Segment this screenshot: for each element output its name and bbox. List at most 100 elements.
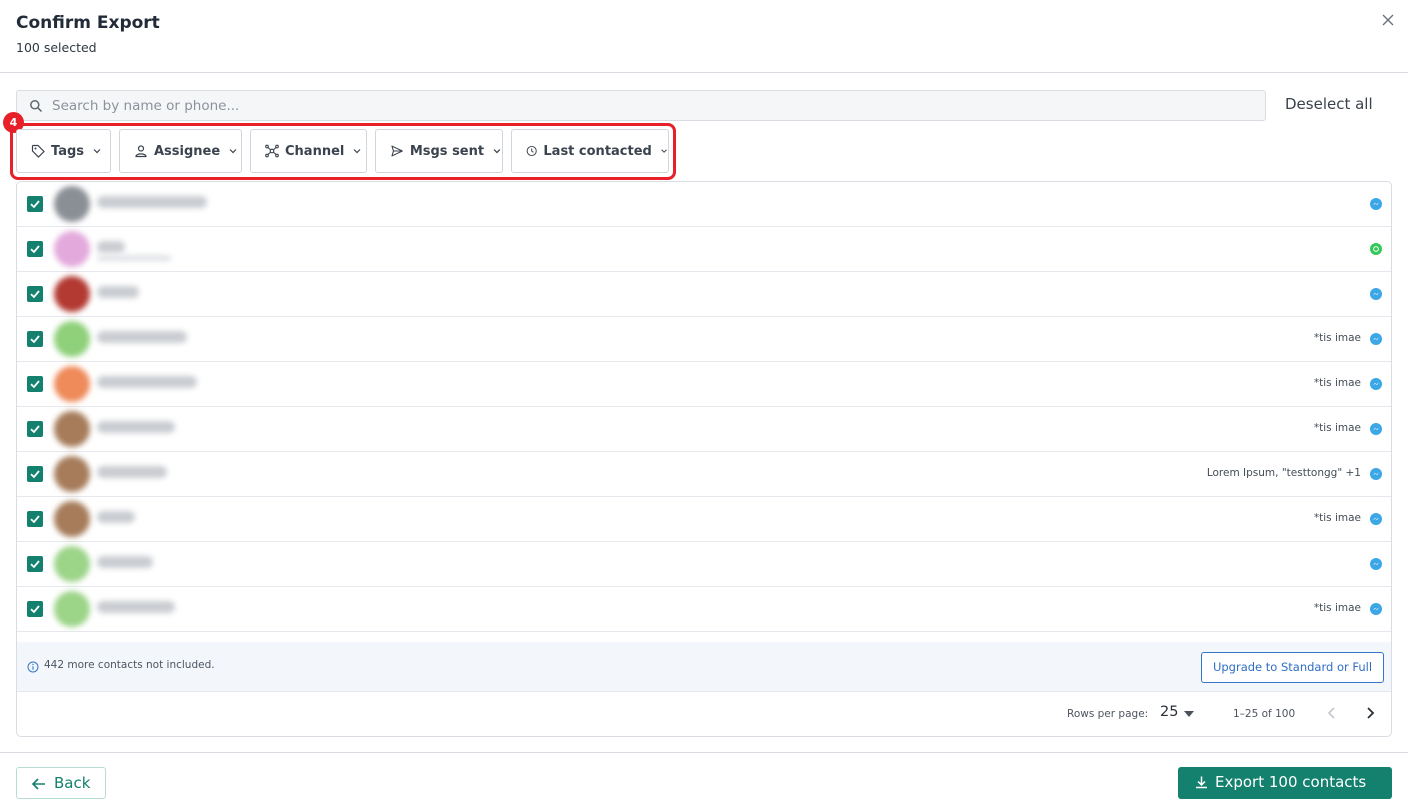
export-label: Export 100 contacts bbox=[1215, 773, 1367, 791]
table-row[interactable] bbox=[17, 272, 1391, 317]
row-checkbox[interactable] bbox=[27, 511, 43, 527]
contact-name-redacted bbox=[97, 286, 139, 298]
dialog-header: Confirm Export 100 selected bbox=[0, 0, 1408, 73]
contact-name-redacted bbox=[97, 196, 207, 208]
contact-tags: *tis imae bbox=[1313, 512, 1361, 524]
messenger-icon bbox=[1370, 603, 1382, 615]
arrow-left-icon bbox=[31, 778, 45, 790]
messenger-icon bbox=[1370, 288, 1382, 300]
filter-channel[interactable]: Channel bbox=[250, 129, 367, 173]
check-icon bbox=[30, 605, 40, 614]
table-row[interactable] bbox=[17, 182, 1391, 227]
table-row[interactable]: *tis imae bbox=[17, 362, 1391, 407]
excluded-contacts-notice: 442 more contacts not included. Upgrade … bbox=[17, 642, 1391, 692]
contact-tags: Lorem Ipsum, "testtongg" +1 bbox=[1206, 467, 1361, 479]
messenger-icon bbox=[1370, 198, 1382, 210]
filter-tags-label: Tags bbox=[51, 143, 85, 159]
filter-channel-label: Channel bbox=[285, 143, 345, 159]
back-button[interactable]: Back bbox=[16, 767, 106, 799]
contact-subtext-redacted bbox=[97, 255, 171, 261]
contact-tags: *tis imae bbox=[1313, 377, 1361, 389]
chevron-down-icon bbox=[93, 149, 101, 154]
row-checkbox[interactable] bbox=[27, 376, 43, 392]
chevron-down-icon bbox=[229, 149, 237, 154]
info-icon bbox=[27, 661, 39, 673]
chevron-down-icon bbox=[353, 149, 361, 154]
table-row[interactable]: *tis imae bbox=[17, 587, 1391, 632]
avatar bbox=[54, 321, 90, 357]
avatar bbox=[54, 366, 90, 402]
search-field bbox=[16, 90, 1266, 121]
chevron-left-icon[interactable] bbox=[1324, 705, 1340, 721]
row-checkbox[interactable] bbox=[27, 331, 43, 347]
contacts-table: *tis imae *tis imae *tis imae Lorem Ipsum, … bbox=[16, 181, 1392, 737]
caret-down-icon[interactable] bbox=[1184, 711, 1194, 717]
row-checkbox[interactable] bbox=[27, 601, 43, 617]
filter-last-contacted-label: Last contacted bbox=[543, 143, 652, 159]
page-range: 1–25 of 100 bbox=[1233, 708, 1296, 720]
avatar bbox=[54, 411, 90, 447]
row-checkbox[interactable] bbox=[27, 556, 43, 572]
contact-name-redacted bbox=[97, 376, 197, 388]
row-checkbox[interactable] bbox=[27, 241, 43, 257]
filter-msgs-sent-label: Msgs sent bbox=[409, 143, 485, 159]
table-row[interactable]: *tis imae bbox=[17, 317, 1391, 362]
contact-tags: *tis imae bbox=[1313, 332, 1361, 344]
table-row[interactable]: Lorem Ipsum, "testtongg" +1 bbox=[17, 452, 1391, 497]
chevron-right-icon[interactable] bbox=[1362, 705, 1378, 721]
row-checkbox[interactable] bbox=[27, 196, 43, 212]
network-icon bbox=[265, 144, 279, 158]
export-contacts-button[interactable]: Export 100 contacts bbox=[1178, 767, 1392, 799]
messenger-icon bbox=[1370, 468, 1382, 480]
avatar bbox=[54, 501, 90, 537]
filter-msgs-sent[interactable]: Msgs sent bbox=[375, 129, 503, 173]
search-input[interactable] bbox=[52, 91, 1252, 120]
filter-assignee[interactable]: Assignee bbox=[119, 129, 242, 173]
close-button[interactable] bbox=[1376, 8, 1400, 32]
contact-name-redacted bbox=[97, 556, 153, 568]
check-icon bbox=[30, 380, 40, 389]
close-icon bbox=[1382, 14, 1394, 26]
contacts-list[interactable]: *tis imae *tis imae *tis imae Lorem Ipsum, … bbox=[17, 182, 1391, 642]
avatar bbox=[54, 591, 90, 627]
chevron-down-icon bbox=[661, 149, 667, 153]
contact-name-redacted bbox=[97, 331, 187, 343]
avatar bbox=[54, 276, 90, 312]
search-icon bbox=[30, 100, 43, 113]
filter-last-contacted[interactable]: Last contacted bbox=[511, 129, 669, 173]
filter-assignee-label: Assignee bbox=[154, 143, 221, 159]
selected-count: 100 selected bbox=[16, 40, 97, 55]
table-row[interactable] bbox=[17, 227, 1391, 272]
row-checkbox[interactable] bbox=[27, 466, 43, 482]
notice-text: 442 more contacts not included. bbox=[44, 659, 215, 671]
avatar bbox=[54, 456, 90, 492]
messenger-icon bbox=[1370, 513, 1382, 525]
check-icon bbox=[30, 560, 40, 569]
check-icon bbox=[30, 245, 40, 254]
messenger-icon bbox=[1370, 423, 1382, 435]
send-icon bbox=[391, 145, 403, 157]
contact-name-redacted bbox=[97, 241, 125, 253]
avatar bbox=[54, 186, 90, 222]
filter-tags[interactable]: Tags bbox=[16, 129, 111, 173]
rows-per-page-select[interactable]: 25 bbox=[1160, 704, 1178, 720]
tag-icon bbox=[31, 144, 45, 158]
person-icon bbox=[135, 145, 147, 158]
avatar bbox=[54, 546, 90, 582]
deselect-all-button[interactable]: Deselect all bbox=[1285, 95, 1373, 113]
back-label: Back bbox=[54, 774, 91, 792]
row-checkbox[interactable] bbox=[27, 286, 43, 302]
row-checkbox[interactable] bbox=[27, 421, 43, 437]
upgrade-button[interactable]: Upgrade to Standard or Full bbox=[1201, 652, 1384, 683]
table-row[interactable]: *tis imae bbox=[17, 497, 1391, 542]
dialog-footer: Back Export 100 contacts bbox=[0, 752, 1408, 810]
check-icon bbox=[30, 290, 40, 299]
table-row[interactable] bbox=[17, 542, 1391, 587]
messenger-icon bbox=[1370, 558, 1382, 570]
clock-icon bbox=[526, 145, 537, 157]
whatsapp-icon bbox=[1370, 243, 1382, 255]
table-row[interactable]: *tis imae bbox=[17, 407, 1391, 452]
check-icon bbox=[30, 515, 40, 524]
confirm-export-dialog: Confirm Export 100 selected Deselect all… bbox=[0, 0, 1408, 810]
messenger-icon bbox=[1370, 378, 1382, 390]
